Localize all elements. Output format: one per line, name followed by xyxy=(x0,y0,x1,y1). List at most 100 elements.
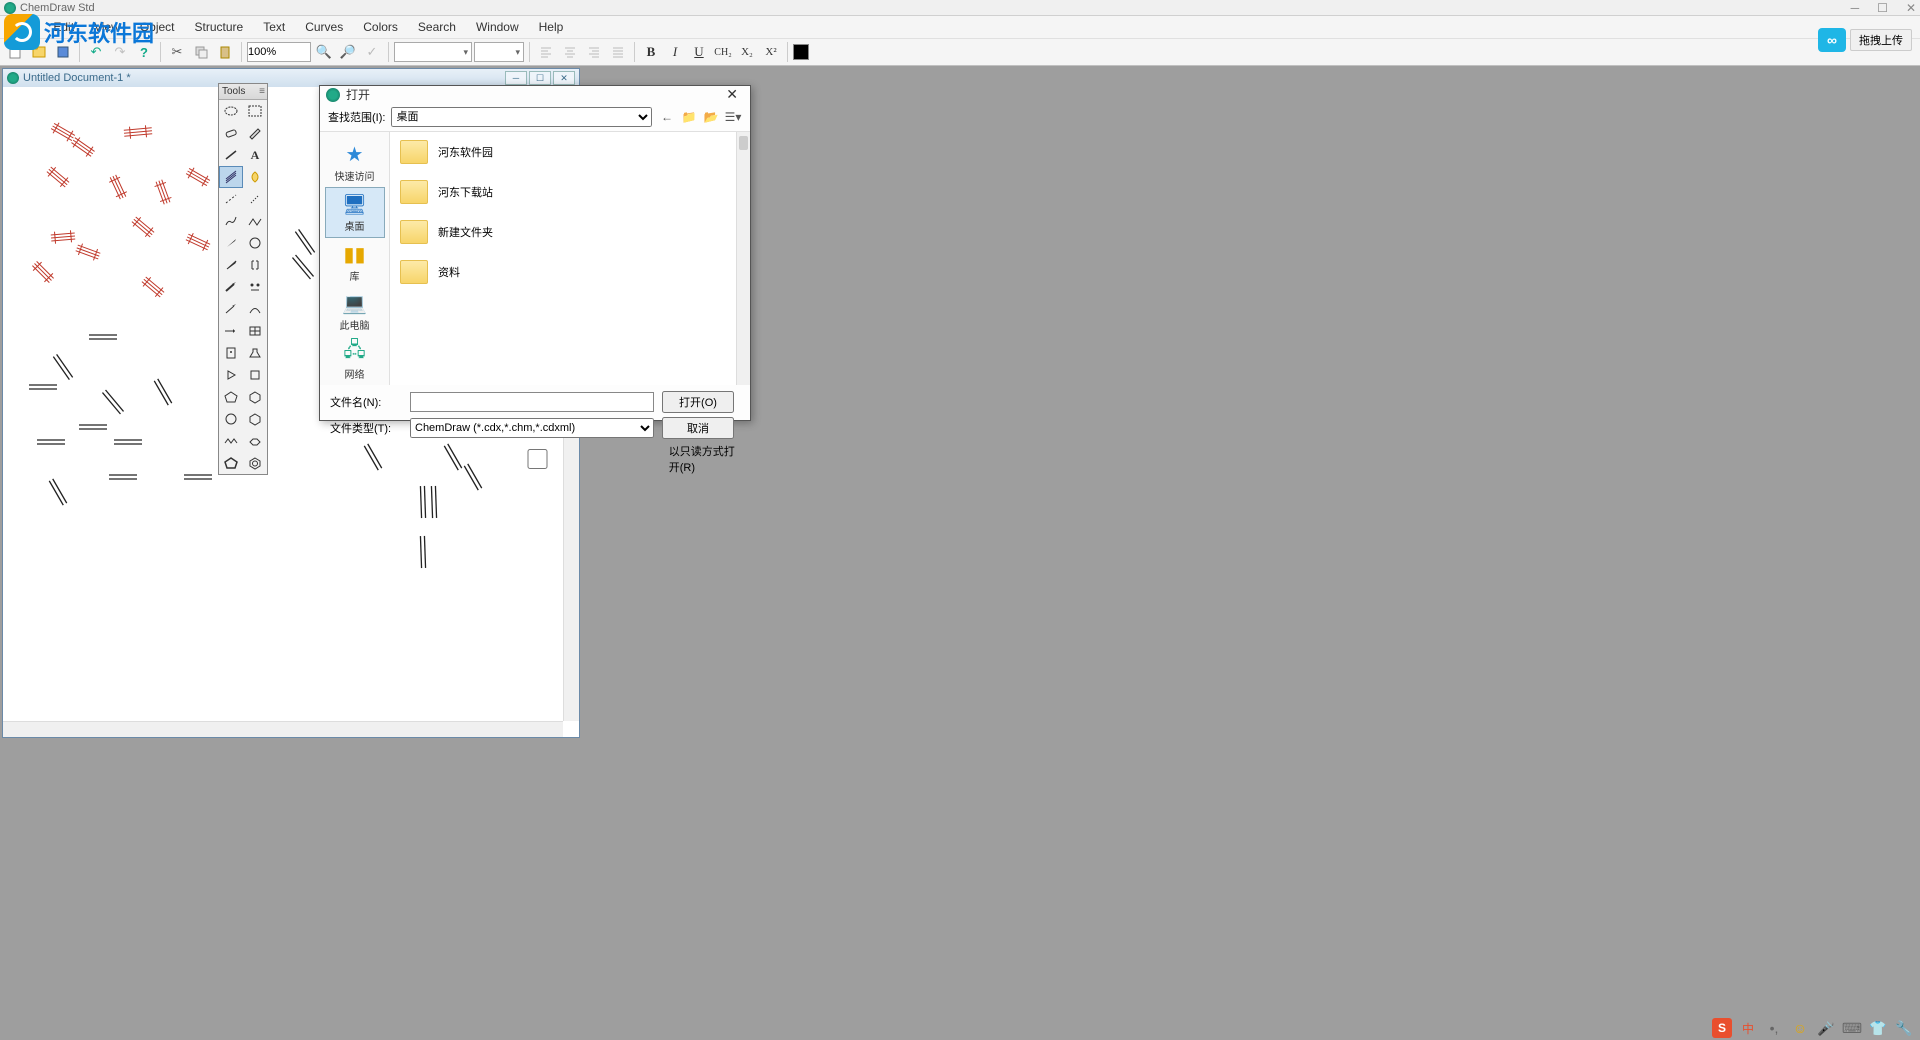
dialog-titlebar[interactable]: 打开 ✕ xyxy=(320,86,750,103)
place-quickaccess[interactable]: ★快速访问 xyxy=(325,138,385,187)
bond-tool[interactable] xyxy=(219,144,243,166)
zoom-in-button[interactable]: 🔎 xyxy=(337,41,359,63)
zoom-select[interactable] xyxy=(247,42,311,62)
file-item[interactable]: 资料 xyxy=(390,252,750,292)
back-button[interactable]: ← xyxy=(658,108,676,126)
new-file-button[interactable] xyxy=(4,41,26,63)
menu-file[interactable]: File xyxy=(6,18,41,36)
menu-edit[interactable]: Edit xyxy=(45,18,82,36)
minimize-button[interactable]: ─ xyxy=(1851,1,1860,15)
keyboard-icon[interactable]: ⌨ xyxy=(1842,1018,1862,1038)
wavy-bond-tool[interactable] xyxy=(219,210,243,232)
align-left-button[interactable] xyxy=(535,41,557,63)
hollow-wedge-tool[interactable] xyxy=(219,254,243,276)
file-item[interactable]: 河东软件园 xyxy=(390,132,750,172)
maximize-button[interactable]: ☐ xyxy=(1877,1,1888,15)
readonly-checkbox[interactable] xyxy=(410,449,665,469)
tools-palette-title[interactable]: Tools ≡ xyxy=(219,84,267,100)
pen-tool[interactable] xyxy=(243,122,267,144)
tlc-tool[interactable] xyxy=(219,342,243,364)
ring-tool[interactable] xyxy=(243,232,267,254)
size-select[interactable] xyxy=(474,42,524,62)
align-justify-button[interactable] xyxy=(607,41,629,63)
reaction-arrow-tool[interactable] xyxy=(219,320,243,342)
formula-button[interactable]: CH₂ xyxy=(712,41,734,63)
menu-help[interactable]: Help xyxy=(531,18,572,36)
stop-icon[interactable] xyxy=(243,364,267,386)
place-library[interactable]: ▮▮库 xyxy=(325,238,385,287)
place-thispc[interactable]: 💻此电脑 xyxy=(325,287,385,336)
place-network[interactable]: 🖧网络 xyxy=(325,336,385,385)
orbital-tool[interactable] xyxy=(243,166,267,188)
arrow-bold-tool[interactable] xyxy=(219,276,243,298)
eraser-tool[interactable] xyxy=(219,122,243,144)
doc-maximize-button[interactable]: ☐ xyxy=(529,71,551,85)
paste-button[interactable] xyxy=(214,41,236,63)
tools-palette[interactable]: Tools ≡ A xyxy=(218,83,268,475)
menu-object[interactable]: Object xyxy=(132,18,183,36)
superscript-button[interactable]: X² xyxy=(760,41,782,63)
arrow-tool[interactable] xyxy=(219,298,243,320)
menu-colors[interactable]: Colors xyxy=(355,18,406,36)
new-folder-button[interactable]: 📂 xyxy=(702,108,720,126)
ime-punct-icon[interactable]: •, xyxy=(1764,1018,1784,1038)
chain-tool[interactable] xyxy=(243,210,267,232)
hexagon-chair-tool[interactable] xyxy=(243,430,267,452)
marquee-tool[interactable] xyxy=(243,100,267,122)
hash-bond-tool[interactable] xyxy=(243,188,267,210)
radical-tool[interactable] xyxy=(243,276,267,298)
zoom-out-button[interactable]: 🔍 xyxy=(313,41,335,63)
cyclohexane-tool[interactable] xyxy=(243,408,267,430)
upload-badge[interactable]: ∞ 拖拽上传 xyxy=(1818,28,1912,52)
circle-tool[interactable] xyxy=(219,408,243,430)
copy-button[interactable] xyxy=(190,41,212,63)
subscript-button[interactable]: X₂ xyxy=(736,41,758,63)
arc-tool[interactable] xyxy=(243,298,267,320)
menu-search[interactable]: Search xyxy=(410,18,464,36)
doc-minimize-button[interactable]: ─ xyxy=(505,71,527,85)
benzene-tool[interactable] xyxy=(243,452,267,474)
hexagon-tool[interactable] xyxy=(243,386,267,408)
pentagon-bold-tool[interactable] xyxy=(219,452,243,474)
close-button[interactable]: ✕ xyxy=(1906,1,1916,15)
cut-button[interactable]: ✂ xyxy=(166,41,188,63)
dashed-bond-tool[interactable] xyxy=(219,188,243,210)
color-swatch[interactable] xyxy=(793,44,809,60)
check-button[interactable]: ✓ xyxy=(361,41,383,63)
toolbox-icon[interactable]: 🔧 xyxy=(1894,1018,1914,1038)
up-button[interactable]: 📁 xyxy=(680,108,698,126)
menu-text[interactable]: Text xyxy=(255,18,293,36)
zigzag-tool[interactable] xyxy=(219,430,243,452)
cancel-button[interactable]: 取消 xyxy=(662,417,734,439)
file-list[interactable]: 河东软件园 河东下载站 新建文件夹 资料 xyxy=(390,132,750,385)
underline-button[interactable]: U xyxy=(688,41,710,63)
filename-input[interactable] xyxy=(410,392,654,412)
dialog-close-button[interactable]: ✕ xyxy=(720,86,744,103)
save-button[interactable] xyxy=(52,41,74,63)
ime-lang-icon[interactable]: 中 xyxy=(1738,1018,1758,1038)
horizontal-scrollbar[interactable] xyxy=(3,721,563,737)
text-tool[interactable]: A xyxy=(243,144,267,166)
align-right-button[interactable] xyxy=(583,41,605,63)
open-file-button[interactable] xyxy=(28,41,50,63)
undo-button[interactable]: ↶ xyxy=(85,41,107,63)
bold-button[interactable]: B xyxy=(640,41,662,63)
bracket-tool[interactable] xyxy=(243,254,267,276)
view-menu-button[interactable]: ☰▾ xyxy=(724,108,742,126)
menu-curves[interactable]: Curves xyxy=(297,18,351,36)
italic-button[interactable]: I xyxy=(664,41,686,63)
file-list-scrollbar[interactable] xyxy=(736,132,750,385)
skin-icon[interactable]: 👕 xyxy=(1868,1018,1888,1038)
wedge-tool[interactable] xyxy=(219,232,243,254)
pentagon-tool[interactable] xyxy=(219,386,243,408)
menu-window[interactable]: Window xyxy=(468,18,527,36)
place-desktop[interactable]: 🖥桌面 xyxy=(325,187,385,238)
file-item[interactable]: 河东下载站 xyxy=(390,172,750,212)
play-icon[interactable] xyxy=(219,364,243,386)
sogou-ime-icon[interactable]: S xyxy=(1712,1018,1732,1038)
table-tool[interactable] xyxy=(243,320,267,342)
multibond-tool[interactable] xyxy=(219,166,243,188)
help-icon[interactable]: ? xyxy=(133,41,155,63)
font-select[interactable] xyxy=(394,42,472,62)
redo-button[interactable]: ↷ xyxy=(109,41,131,63)
